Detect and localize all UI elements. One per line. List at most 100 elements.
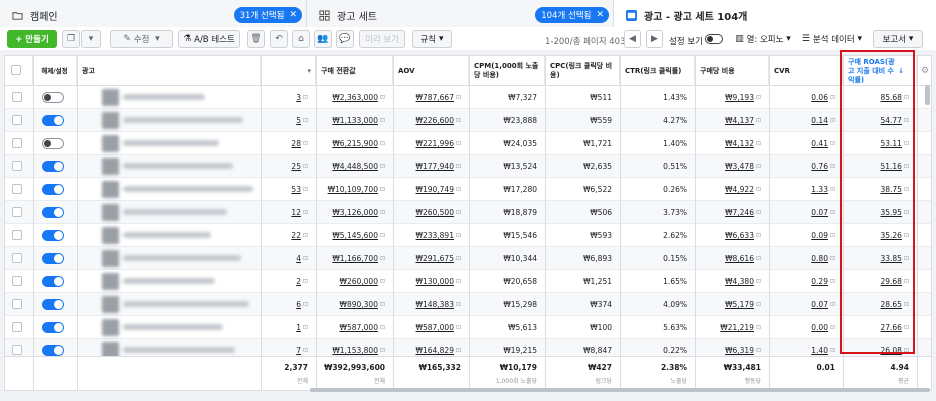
- select-all-checkbox[interactable]: [11, 65, 21, 75]
- cell-cvr[interactable]: 0.09 ⊡: [769, 224, 843, 247]
- header-purchase-value[interactable]: 구매 전환값: [316, 56, 393, 86]
- ad-name-blurred[interactable]: [123, 324, 223, 330]
- columns-button[interactable]: ▥ 열: 오피노 ▾: [730, 30, 796, 48]
- cell-results[interactable]: 53 ⊡: [261, 178, 316, 201]
- cell-results[interactable]: 3 ⊡: [261, 86, 316, 109]
- row-checkbox[interactable]: [12, 276, 22, 286]
- header-aov[interactable]: AOV: [393, 56, 469, 86]
- ad-toggle[interactable]: [42, 276, 64, 287]
- row-checkbox[interactable]: [12, 345, 22, 355]
- ab-test-button[interactable]: ⚗ A/B 테스트: [178, 30, 240, 48]
- header-ad[interactable]: 광고: [77, 56, 261, 86]
- edit-button[interactable]: ✎ 수정 ▾: [110, 30, 173, 48]
- row-checkbox[interactable]: [12, 299, 22, 309]
- cell-purchase-value[interactable]: ₩6,215,900 ⊡: [316, 132, 393, 155]
- cell-purchase-value[interactable]: ₩587,000 ⊡: [316, 316, 393, 339]
- ad-name-blurred[interactable]: [123, 232, 211, 238]
- row-checkbox[interactable]: [12, 322, 22, 332]
- cell-aov[interactable]: ₩291,675 ⊡: [393, 247, 469, 270]
- ad-toggle[interactable]: [42, 345, 64, 356]
- header-cpm[interactable]: CPM(1,000회 노출당 비용): [469, 56, 545, 86]
- cell-cvr[interactable]: 0.00 ⊡: [769, 316, 843, 339]
- cell-cvr[interactable]: 0.41 ⊡: [769, 132, 843, 155]
- row-checkbox[interactable]: [12, 115, 22, 125]
- column-settings[interactable]: ⚙: [917, 56, 931, 86]
- tab-campaigns[interactable]: 캠페인 31개 선택됨 ✕: [0, 0, 307, 30]
- cell-results[interactable]: 5 ⊡: [261, 109, 316, 132]
- ad-name-blurred[interactable]: [123, 209, 227, 215]
- cell-aov[interactable]: ₩190,749 ⊡: [393, 178, 469, 201]
- header-ctr[interactable]: CTR(링크 클릭률): [620, 56, 695, 86]
- ad-name-blurred[interactable]: [123, 94, 205, 100]
- cell-cpp[interactable]: ₩8,616 ⊡: [695, 247, 769, 270]
- cell-aov[interactable]: ₩587,000 ⊡: [393, 316, 469, 339]
- ad-name-blurred[interactable]: [123, 186, 253, 192]
- select-all-header[interactable]: [5, 56, 33, 86]
- cell-aov[interactable]: ₩148,383 ⊡: [393, 293, 469, 316]
- cell-results[interactable]: 6 ⊡: [261, 293, 316, 316]
- ad-toggle[interactable]: [42, 161, 64, 172]
- ad-toggle[interactable]: [42, 207, 64, 218]
- header-cpc[interactable]: CPC(링크 클릭당 비용): [545, 56, 620, 86]
- cell-cpp[interactable]: ₩4,922 ⊡: [695, 178, 769, 201]
- cell-cpp[interactable]: ₩5,179 ⊡: [695, 293, 769, 316]
- cell-cvr[interactable]: 0.29 ⊡: [769, 270, 843, 293]
- cell-aov[interactable]: ₩221,996 ⊡: [393, 132, 469, 155]
- cell-cvr[interactable]: 0.76 ⊡: [769, 155, 843, 178]
- campaigns-selected-badge[interactable]: 31개 선택됨 ✕: [233, 7, 302, 23]
- cell-cpp[interactable]: ₩4,380 ⊡: [695, 270, 769, 293]
- cell-cvr[interactable]: 0.06 ⊡: [769, 86, 843, 109]
- delete-button[interactable]: 🗑: [247, 30, 265, 48]
- cell-results[interactable]: 28 ⊡: [261, 132, 316, 155]
- comment-button[interactable]: 💬: [336, 30, 354, 48]
- header-onoff[interactable]: 해제/설정: [33, 56, 77, 86]
- row-checkbox[interactable]: [12, 230, 22, 240]
- clear-selection-icon[interactable]: ✕: [596, 10, 604, 20]
- view-setting-toggle[interactable]: [705, 34, 723, 44]
- cell-cpp[interactable]: ₩6,633 ⊡: [695, 224, 769, 247]
- cell-aov[interactable]: ₩260,500 ⊡: [393, 201, 469, 224]
- ad-name-blurred[interactable]: [123, 117, 243, 123]
- cell-aov[interactable]: ₩233,891 ⊡: [393, 224, 469, 247]
- duplicate-menu-button[interactable]: ▾: [81, 30, 101, 48]
- ad-name-blurred[interactable]: [123, 301, 249, 307]
- ad-name-blurred[interactable]: [123, 255, 241, 261]
- row-checkbox[interactable]: [12, 161, 22, 171]
- row-checkbox[interactable]: [12, 184, 22, 194]
- ad-toggle[interactable]: [42, 253, 64, 264]
- cell-cvr[interactable]: 0.07 ⊡: [769, 201, 843, 224]
- cell-results[interactable]: 22 ⊡: [261, 224, 316, 247]
- header-results[interactable]: ▾: [261, 56, 316, 86]
- adsets-selected-badge[interactable]: 104개 선택됨 ✕: [535, 7, 609, 23]
- cell-cvr[interactable]: 1.33 ⊡: [769, 178, 843, 201]
- ad-name-blurred[interactable]: [123, 140, 219, 146]
- cell-purchase-value[interactable]: ₩4,448,500 ⊡: [316, 155, 393, 178]
- cell-aov[interactable]: ₩130,000 ⊡: [393, 270, 469, 293]
- undo-button[interactable]: ↶: [270, 30, 288, 48]
- prev-page-button[interactable]: ◀: [624, 30, 641, 48]
- create-button[interactable]: + 만들기: [7, 30, 57, 48]
- cell-results[interactable]: 25 ⊡: [261, 155, 316, 178]
- cell-cvr[interactable]: 0.07 ⊡: [769, 293, 843, 316]
- cell-purchase-value[interactable]: ₩5,145,600 ⊡: [316, 224, 393, 247]
- header-cpp[interactable]: 구매당 비용: [695, 56, 769, 86]
- ad-name-blurred[interactable]: [123, 347, 235, 353]
- tag-button[interactable]: ⌂: [292, 30, 310, 48]
- ad-toggle[interactable]: [42, 322, 64, 333]
- cell-purchase-value[interactable]: ₩1,166,700 ⊡: [316, 247, 393, 270]
- cell-aov[interactable]: ₩177,940 ⊡: [393, 155, 469, 178]
- ad-toggle[interactable]: [42, 299, 64, 310]
- ad-name-blurred[interactable]: [123, 278, 215, 284]
- clear-selection-icon[interactable]: ✕: [289, 10, 297, 20]
- ad-toggle[interactable]: [42, 230, 64, 241]
- row-checkbox[interactable]: [12, 92, 22, 102]
- cell-cvr[interactable]: 0.80 ⊡: [769, 247, 843, 270]
- cell-purchase-value[interactable]: ₩1,133,000 ⊡: [316, 109, 393, 132]
- vertical-scrollbar[interactable]: [925, 85, 930, 105]
- header-cvr[interactable]: CVR: [769, 56, 843, 86]
- ad-toggle[interactable]: [42, 92, 64, 103]
- cell-cpp[interactable]: ₩4,132 ⊡: [695, 132, 769, 155]
- cell-results[interactable]: 1 ⊡: [261, 316, 316, 339]
- rules-button[interactable]: 규칙 ▾: [412, 30, 452, 48]
- tab-adsets[interactable]: 광고 세트 104개 선택됨 ✕: [307, 0, 614, 30]
